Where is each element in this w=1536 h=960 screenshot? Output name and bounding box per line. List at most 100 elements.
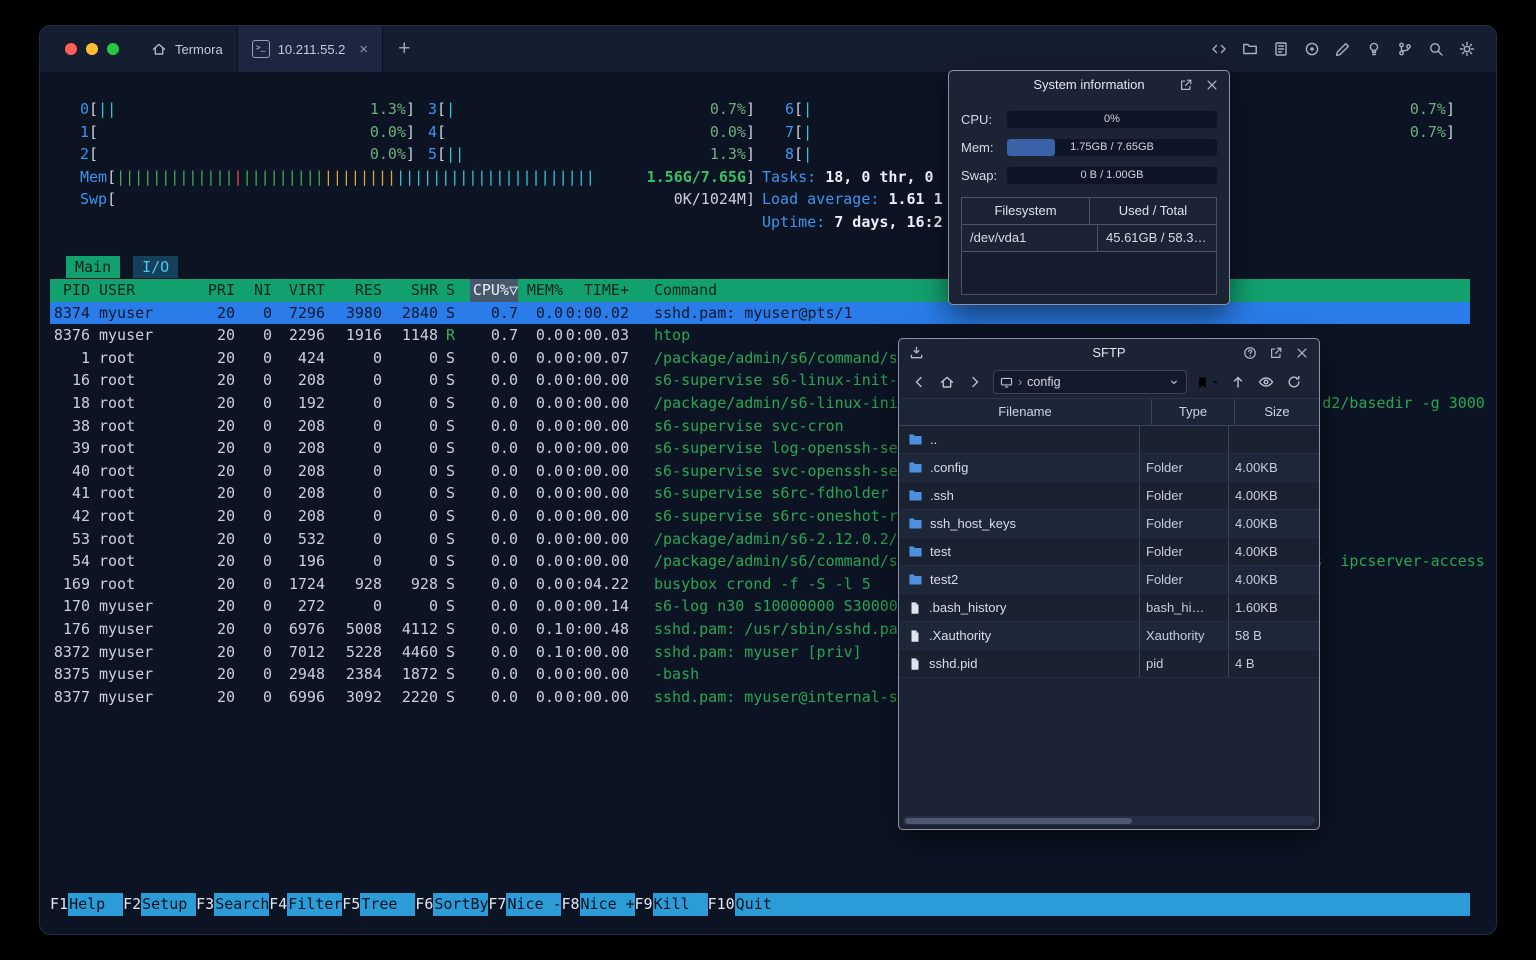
fkey-label-f3[interactable]: Search — [214, 893, 270, 916]
close-tab-icon[interactable]: × — [359, 41, 368, 58]
file-row[interactable]: test2 Folder 4.00KB — [899, 566, 1319, 594]
transfers-button[interactable] — [909, 345, 924, 360]
fkey-f1[interactable]: F1 — [50, 893, 68, 916]
edit-button[interactable] — [1334, 40, 1352, 58]
filesystem-row[interactable]: /dev/vda1 45.61GB / 58.3… — [962, 225, 1216, 252]
column-filename[interactable]: Filename — [899, 399, 1151, 425]
fkey-label-f2[interactable]: Setup — [141, 893, 197, 916]
fkey-f9[interactable]: F9 — [635, 893, 653, 916]
process-cell-shr: 0 — [428, 393, 438, 412]
file-row[interactable]: .ssh Folder 4.00KB — [899, 482, 1319, 510]
file-size: 4.00KB — [1228, 566, 1319, 593]
horizontal-scrollbar[interactable] — [903, 816, 1315, 825]
file-row[interactable]: .. — [899, 426, 1319, 454]
column-pri[interactable]: PRI — [199, 279, 235, 302]
close-icon[interactable] — [1205, 78, 1219, 92]
fkey-label-f10[interactable]: Quit — [734, 893, 790, 916]
process-cell-mem: 0.1 — [535, 642, 563, 661]
column-pid[interactable]: PID — [50, 279, 90, 302]
home-button[interactable] — [937, 372, 957, 392]
parent-directory-button[interactable] — [1228, 372, 1248, 392]
process-cell-pid: 176 — [62, 619, 90, 638]
fkey-f2[interactable]: F2 — [123, 893, 141, 916]
refresh-button[interactable] — [1284, 372, 1304, 392]
record-button[interactable] — [1303, 40, 1321, 58]
titlebar: Termora >_ 10.211.55.2 × + — [40, 26, 1496, 73]
titlebar-toolbar — [1210, 26, 1496, 72]
fkey-f7[interactable]: F7 — [488, 893, 506, 916]
close-window-button[interactable] — [65, 43, 77, 55]
fkey-f8[interactable]: F8 — [561, 893, 579, 916]
process-cell-cpu: 0.7 — [490, 326, 518, 345]
file-row[interactable]: sshd.pid pid 4 B — [899, 650, 1319, 678]
code-button[interactable] — [1210, 40, 1228, 58]
fkey-f6[interactable]: F6 — [415, 893, 433, 916]
fkey-f4[interactable]: F4 — [269, 893, 287, 916]
process-cell-shr: 0 — [428, 416, 438, 435]
process-cell-state: S — [446, 348, 456, 367]
fkey-label-f6[interactable]: SortBy — [433, 893, 489, 916]
fkey-label-f8[interactable]: Nice + — [579, 893, 635, 916]
column-time[interactable]: TIME+ — [563, 279, 629, 302]
branch-button[interactable] — [1396, 40, 1414, 58]
cpu-meter-4: 4[0.0%] — [428, 122, 755, 141]
fkey-label-f1[interactable]: Help — [68, 893, 124, 916]
column-type[interactable]: Type — [1151, 399, 1234, 425]
process-cell-ni: 0 — [262, 416, 272, 435]
zoom-window-button[interactable] — [107, 43, 119, 55]
log-button[interactable] — [1272, 40, 1290, 58]
fkey-f10[interactable]: F10 — [708, 893, 735, 916]
htop-tab-io[interactable]: I/O — [133, 256, 179, 278]
open-in-window-icon[interactable] — [1179, 78, 1193, 92]
fkey-label-f9[interactable]: Kill — [652, 893, 708, 916]
column-res[interactable]: RES — [325, 279, 382, 302]
close-icon[interactable] — [1295, 346, 1309, 360]
path-breadcrumb[interactable]: › config — [993, 370, 1187, 394]
file-row[interactable]: .Xauthority Xauthority 58 B — [899, 622, 1319, 650]
search-button[interactable] — [1427, 40, 1445, 58]
fkey-f3[interactable]: F3 — [196, 893, 214, 916]
column-shr[interactable]: SHR — [382, 279, 438, 302]
git-branch-icon — [1399, 42, 1411, 56]
column-ni[interactable]: NI — [235, 279, 272, 302]
column-virt[interactable]: VIRT — [272, 279, 325, 302]
process-row[interactable]: 8374 myuser 20 0 7296 3980 2840 S 0.7 0.0 0:00.02 s… — [50, 301, 1470, 325]
chevron-down-icon[interactable] — [1168, 376, 1180, 388]
new-tab-button[interactable]: + — [383, 26, 425, 72]
fkey-label-f7[interactable]: Nice - — [506, 893, 562, 916]
process-cell-pid: 40 — [71, 461, 90, 480]
show-hidden-files-button[interactable] — [1256, 372, 1276, 392]
help-icon[interactable] — [1243, 346, 1257, 360]
process-cell-virt: 196 — [297, 552, 325, 571]
settings-button[interactable] — [1458, 40, 1476, 58]
process-cell-shr: 4112 — [401, 619, 438, 638]
fkey-label-f5[interactable]: Tree — [360, 893, 416, 916]
fkey-label-f4[interactable]: Filter — [287, 893, 343, 916]
folder-button[interactable] — [1241, 40, 1259, 58]
column-size[interactable]: Size — [1234, 399, 1319, 425]
minimize-window-button[interactable] — [86, 43, 98, 55]
scrollbar-thumb[interactable] — [905, 817, 1132, 824]
process-cell-cpu: 0.0 — [490, 619, 518, 638]
bulb-button[interactable] — [1365, 40, 1383, 58]
column-user[interactable]: USER — [90, 279, 199, 302]
column-state[interactable]: S — [438, 279, 470, 302]
column-mem[interactable]: MEM% — [518, 279, 563, 302]
process-cell-user: myuser — [99, 687, 154, 706]
file-row[interactable]: .bash_history bash_hi… 1.60KB — [899, 594, 1319, 622]
file-row[interactable]: .config Folder 4.00KB — [899, 454, 1319, 482]
column-cpu[interactable]: CPU%▽ — [470, 279, 518, 302]
forward-button[interactable] — [965, 372, 985, 392]
process-cell-pri: 20 — [216, 303, 235, 322]
process-cell-time: 0:00.02 — [565, 303, 629, 322]
tab-session-10-211-55-2[interactable]: >_ 10.211.55.2 × — [236, 26, 384, 72]
file-row[interactable]: ssh_host_keys Folder 4.00KB — [899, 510, 1319, 538]
fkey-f5[interactable]: F5 — [342, 893, 360, 916]
file-row[interactable]: test Folder 4.00KB — [899, 538, 1319, 566]
back-button[interactable] — [909, 372, 929, 392]
htop-tab-main[interactable]: Main — [66, 256, 121, 278]
process-cell-res: 5228 — [345, 642, 382, 661]
open-in-window-icon[interactable] — [1269, 346, 1283, 360]
bookmarks-button[interactable] — [1195, 375, 1220, 390]
tab-termora-home[interactable]: Termora — [137, 26, 237, 72]
